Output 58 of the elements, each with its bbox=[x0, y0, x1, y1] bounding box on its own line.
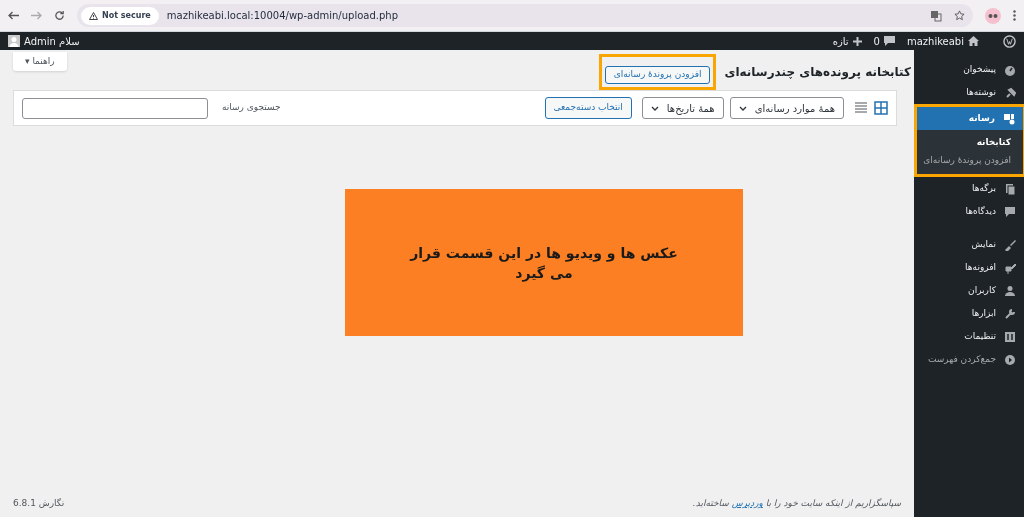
warning-icon bbox=[89, 11, 98, 20]
sidebar-item[interactable]: پیشخوان bbox=[914, 58, 1024, 81]
menu-icon bbox=[1004, 182, 1016, 195]
star-icon[interactable] bbox=[954, 10, 965, 21]
sidebar-item[interactable]: کاربران bbox=[914, 279, 1024, 302]
avatar-icon bbox=[8, 35, 20, 47]
reload-icon[interactable] bbox=[54, 10, 65, 21]
new-content-link[interactable]: تازه bbox=[832, 33, 862, 49]
chevron-icon bbox=[738, 105, 747, 111]
menu-icon bbox=[1004, 63, 1016, 76]
profile-avatar-icon[interactable] bbox=[985, 7, 1001, 24]
sidebar-item[interactable]: تنظیمات bbox=[914, 325, 1024, 348]
page-title: کتابخانه پرونده‌های چندرسانه‌ای bbox=[724, 64, 911, 81]
date-filter-dropdown[interactable]: همهٔ تاریخ‌ها bbox=[641, 97, 724, 119]
menu-icon bbox=[1004, 307, 1016, 320]
sidebar-item[interactable]: نمایش bbox=[914, 233, 1024, 256]
menu-icon bbox=[1004, 238, 1016, 251]
sidebar-item[interactable]: برگه‌ها bbox=[914, 177, 1024, 200]
search-label: جستجوی رسانه bbox=[222, 101, 281, 115]
account-link[interactable]: سلام Admin bbox=[8, 33, 80, 49]
menu-icon bbox=[1003, 112, 1015, 125]
sidebar-item[interactable]: رسانه bbox=[917, 107, 1023, 130]
submenu-item[interactable]: کتابخانه bbox=[917, 134, 1023, 152]
version-text: نگارش 6.8.1 bbox=[13, 497, 65, 511]
sidebar-item[interactable]: نوشته‌ها bbox=[914, 81, 1024, 104]
footer-thanks-text: سپاسگزاریم از اینکه سایت خود را با وردپرس ساخته‌اید. bbox=[692, 497, 901, 511]
menu-icon bbox=[1004, 261, 1016, 274]
menu-icon[interactable] bbox=[1013, 10, 1016, 21]
submenu-item[interactable]: افزودن پروندهٔ رسانه‌ای bbox=[917, 152, 1023, 170]
add-media-button[interactable]: افزودن پروندهٔ رسانه‌ای bbox=[604, 65, 711, 84]
sidebar-item[interactable]: دیدگاه‌ها bbox=[914, 200, 1024, 223]
back-icon[interactable] bbox=[8, 11, 19, 20]
wordpress-link[interactable]: وردپرس bbox=[731, 498, 763, 509]
placeholder-text: عکس ها و ویدیو ها در این قسمت قرار می گیرد bbox=[408, 243, 679, 283]
chevron-icon bbox=[650, 105, 659, 111]
home-icon bbox=[968, 36, 979, 46]
menu-icon bbox=[1004, 86, 1016, 99]
menu-icon bbox=[1004, 205, 1016, 218]
wordpress-logo-icon[interactable] bbox=[1003, 34, 1016, 48]
comments-link[interactable]: 0 bbox=[873, 33, 895, 49]
menu-icon bbox=[1004, 284, 1016, 297]
sidebar-item[interactable]: ابزارها bbox=[914, 302, 1024, 325]
bulk-select-button[interactable]: انتخاب دسته‌جمعی bbox=[544, 97, 632, 119]
grid-view-icon[interactable] bbox=[874, 101, 888, 115]
search-field[interactable] bbox=[22, 97, 208, 119]
plus-icon bbox=[852, 36, 862, 46]
url-text: mazhikeabi.local:10004/wp-admin/upload.php bbox=[166, 9, 398, 23]
help-tab[interactable]: راهنما ▾ bbox=[13, 52, 67, 71]
sidebar-item[interactable]: افزونه‌ها bbox=[914, 256, 1024, 279]
site-link[interactable]: mazhikeabi bbox=[906, 33, 979, 49]
comment-icon bbox=[883, 36, 895, 46]
security-chip[interactable]: Not secure bbox=[81, 6, 159, 25]
address-bar[interactable]: Not secure mazhikeabi.local:10004/wp-admin/upload.php bbox=[77, 4, 973, 27]
menu-icon bbox=[1004, 353, 1016, 366]
menu-icon bbox=[1004, 330, 1016, 343]
type-filter-dropdown[interactable]: همهٔ موارد رسانه‌ای bbox=[729, 97, 844, 119]
translate-icon[interactable] bbox=[930, 9, 942, 22]
collapse-menu-button[interactable]: جمع‌کردن فهرست bbox=[914, 348, 1024, 371]
